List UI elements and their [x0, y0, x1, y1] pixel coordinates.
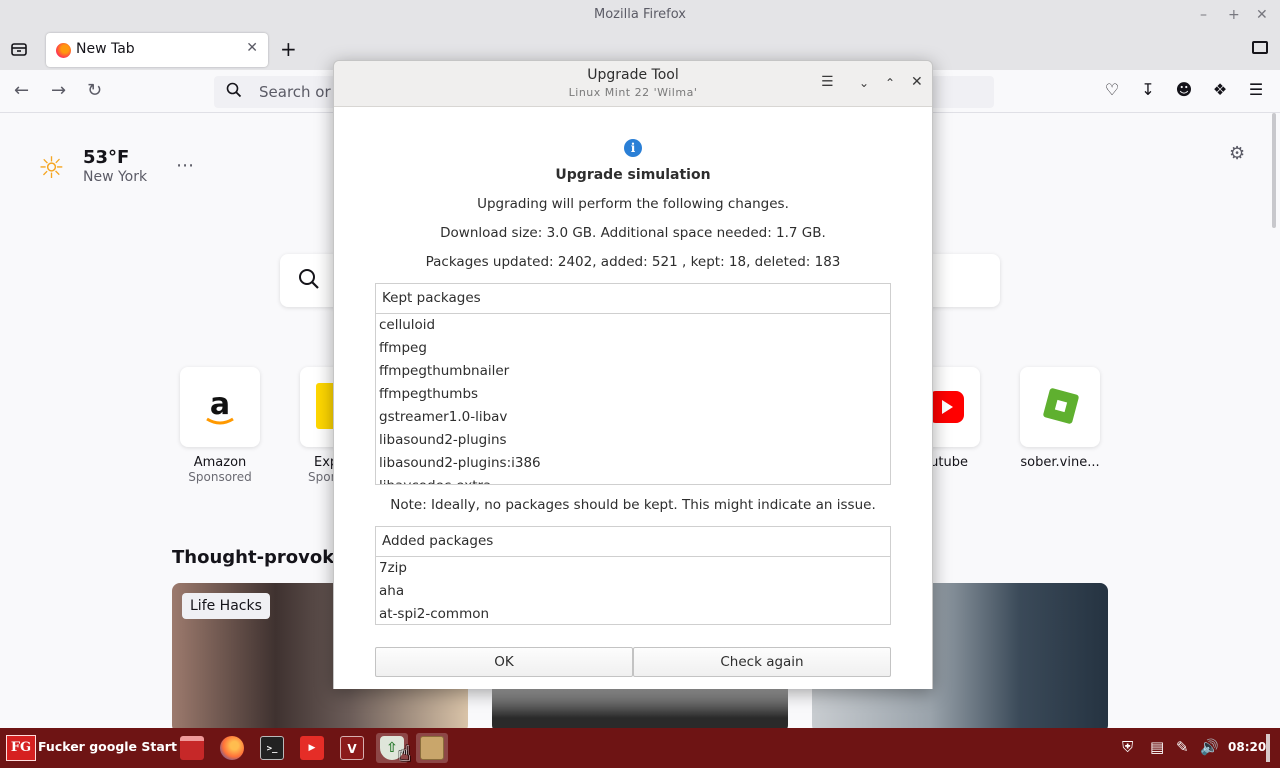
back-arrow-icon[interactable]: ←: [14, 80, 29, 101]
download-size-line: Download size: 3.0 GB. Additional space …: [440, 225, 826, 241]
list-item[interactable]: at-spi2-common: [376, 603, 890, 624]
check-again-button[interactable]: Check again: [633, 647, 891, 677]
shortcut-tile-sober[interactable]: sober.vine...: [1020, 367, 1100, 470]
account-icon[interactable]: ☻: [1175, 81, 1193, 99]
upgrade-tool-dialog: Upgrade Tool Linux Mint 22 'Wilma' ☰ ⌄ ⌃…: [333, 60, 933, 689]
dialog-menu-icon[interactable]: ☰: [821, 74, 834, 90]
dialog-minimize-icon[interactable]: ⌄: [859, 76, 869, 90]
hand-cursor-icon: ☝: [398, 742, 412, 767]
tile-sponsored-label: Sponsored: [188, 470, 252, 484]
shield-tray-icon[interactable]: ⛨: [1122, 738, 1133, 756]
folder-icon: [180, 736, 204, 760]
reload-icon[interactable]: ↻: [87, 80, 102, 101]
dialog-heading: Upgrade simulation: [555, 167, 711, 183]
window-titlebar: Mozilla Firefox – + ✕: [0, 0, 1280, 30]
kept-packages-panel[interactable]: Kept packages celluloid ffmpeg ffmpegthu…: [375, 283, 891, 485]
list-item[interactable]: aha: [376, 580, 890, 603]
tile-name: sober.vine...: [1020, 455, 1100, 470]
menu-hamburger-icon[interactable]: ☰: [1247, 81, 1265, 99]
new-tab-button[interactable]: +: [280, 37, 297, 61]
start-menu-button[interactable]: FG Fucker google Start: [0, 728, 177, 768]
close-tab-icon[interactable]: ✕: [246, 40, 258, 56]
forward-arrow-icon[interactable]: →: [51, 80, 66, 101]
info-icon: i: [624, 139, 642, 157]
summary-line: Upgrading will perform the following cha…: [477, 196, 789, 212]
taskbar-app-v[interactable]: V: [336, 733, 368, 763]
list-item[interactable]: libavcodec-extra: [376, 475, 890, 484]
taskbar-firefox[interactable]: [216, 733, 248, 763]
clock[interactable]: 08:20: [1228, 740, 1266, 754]
firefox-view-icon[interactable]: [10, 40, 28, 58]
shortcut-tile-amazon[interactable]: a Amazon Sponsored: [180, 367, 260, 484]
show-desktop-button[interactable]: [1266, 734, 1270, 762]
taskbar-terminal[interactable]: >_: [256, 733, 288, 763]
weather-temperature: 53°F: [83, 147, 130, 168]
search-icon: [299, 269, 319, 289]
added-packages-panel[interactable]: Added packages 7zip aha at-spi2-common: [375, 526, 891, 625]
sun-icon: ☼: [38, 151, 65, 186]
extensions-icon[interactable]: ❖: [1211, 81, 1229, 99]
added-packages-list[interactable]: 7zip aha at-spi2-common: [376, 557, 890, 624]
list-item[interactable]: celluloid: [376, 314, 890, 337]
url-bar-placeholder: Search or e: [259, 83, 345, 101]
package-icon: [420, 736, 444, 760]
start-label: Fucker google Start: [38, 739, 177, 754]
story-badge: Life Hacks: [182, 593, 270, 619]
list-item[interactable]: 7zip: [376, 557, 890, 580]
package-counts-line: Packages updated: 2402, added: 521 , kep…: [425, 254, 841, 270]
tab-title: New Tab: [76, 41, 135, 57]
list-item[interactable]: gstreamer1.0-libav: [376, 406, 890, 429]
taskbar-file-manager[interactable]: [176, 733, 208, 763]
amazon-logo-icon: a: [180, 367, 260, 447]
v-app-icon: V: [340, 736, 364, 760]
terminal-icon: >_: [260, 736, 284, 760]
volume-tray-icon[interactable]: 🔊: [1200, 738, 1219, 756]
added-packages-header: Added packages: [376, 527, 890, 557]
dialog-header: Upgrade Tool Linux Mint 22 'Wilma' ☰ ⌄ ⌃…: [334, 61, 932, 107]
pen-tray-icon[interactable]: ✎: [1176, 738, 1189, 756]
dialog-body: i Upgrade simulation Upgrading will perf…: [334, 107, 932, 689]
dialog-subtitle: Linux Mint 22 'Wilma': [568, 86, 698, 99]
stories-section-title: Thought-provoki: [172, 547, 341, 568]
tile-name: Amazon: [193, 455, 247, 470]
list-all-tabs-icon[interactable]: [1252, 41, 1268, 54]
ok-button[interactable]: OK: [375, 647, 633, 677]
svg-text:a: a: [210, 387, 230, 422]
youtube-icon: ▶: [300, 736, 324, 760]
list-item[interactable]: ffmpegthumbs: [376, 383, 890, 406]
firefox-icon: [220, 736, 244, 760]
list-item[interactable]: libasound2-plugins:i386: [376, 452, 890, 475]
kept-packages-header: Kept packages: [376, 284, 890, 314]
minimize-button[interactable]: –: [1200, 0, 1207, 30]
tab-new-tab[interactable]: New Tab ✕: [46, 33, 268, 67]
firefox-favicon-icon: [56, 43, 71, 58]
dialog-title: Upgrade Tool: [587, 67, 679, 83]
taskbar-archive[interactable]: [416, 733, 448, 763]
pocket-icon[interactable]: ♡: [1103, 81, 1121, 99]
weather-city: New York: [83, 169, 148, 185]
downloads-icon[interactable]: ↧: [1139, 81, 1157, 99]
keyboard-tray-icon[interactable]: ▤: [1150, 738, 1164, 756]
dialog-maximize-icon[interactable]: ⌃: [885, 76, 895, 90]
start-logo-icon: FG: [6, 735, 36, 761]
kept-packages-list[interactable]: celluloid ffmpeg ffmpegthumbnailer ffmpe…: [376, 314, 890, 484]
list-item[interactable]: libasound2-plugins: [376, 429, 890, 452]
kept-note: Note: Ideally, no packages should be kep…: [390, 497, 876, 513]
dialog-close-icon[interactable]: ✕: [911, 74, 923, 90]
list-item[interactable]: ffmpegthumbnailer: [376, 360, 890, 383]
maximize-button[interactable]: +: [1228, 0, 1240, 30]
search-icon: [226, 82, 242, 98]
close-window-button[interactable]: ✕: [1256, 0, 1268, 30]
list-item[interactable]: ffmpeg: [376, 337, 890, 360]
taskbar-youtube[interactable]: ▶: [296, 733, 328, 763]
weather-more-icon[interactable]: ⋯: [176, 155, 194, 176]
sober-logo-icon: [1020, 367, 1100, 447]
page-scrollbar[interactable]: [1272, 113, 1276, 228]
window-title: Mozilla Firefox: [594, 7, 686, 22]
taskbar: FG Fucker google Start >_ ▶ V ⇧ ⛨ ▤ ✎ 🔊 …: [0, 728, 1280, 768]
gear-icon[interactable]: ⚙: [1229, 143, 1245, 164]
